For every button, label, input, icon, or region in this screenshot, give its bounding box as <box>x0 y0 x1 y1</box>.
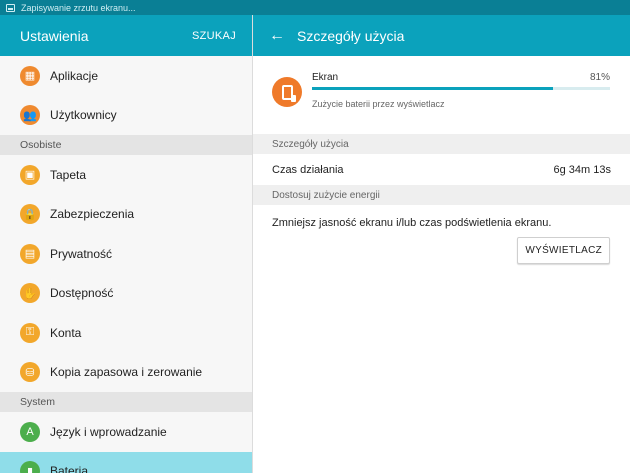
settings-item-users[interactable]: 👥 Użytkownicy <box>0 96 252 136</box>
lock-icon: 🔒 <box>20 204 40 225</box>
language-icon: A <box>20 421 40 442</box>
settings-item-label: Konta <box>50 325 82 340</box>
usage-detail-panel: ← Szczegóły użycia Ekran 81% Zużycie bat… <box>252 15 630 473</box>
adjust-description: Zmniejsz jasność ekranu i/lub czas podśw… <box>272 217 552 229</box>
detail-app-bar: ← Szczegóły użycia <box>253 15 630 56</box>
section-header-adjust-energy: Dostosuj zużycie energii <box>253 185 630 205</box>
usage-progress-bar <box>312 87 610 90</box>
button-wrapper: WYŚWIETLACZ <box>253 229 630 264</box>
settings-app-bar: Ustawienia SZUKAJ <box>0 15 252 56</box>
settings-item-language[interactable]: A Język i wprowadzanie <box>0 412 252 452</box>
usage-subtitle: Zużycie baterii przez wyświetlacz <box>312 99 445 109</box>
settings-item-backup[interactable]: ⛁ Kopia zapasowa i zerowanie <box>0 353 252 393</box>
settings-item-label: Aplikacje <box>50 68 99 83</box>
settings-item-security[interactable]: 🔒 Zabezpieczenia <box>0 195 252 235</box>
settings-item-label: Bateria <box>50 464 89 473</box>
settings-item-apps[interactable]: ▦ Aplikacje <box>0 56 252 96</box>
settings-item-label: Zabezpieczenia <box>50 207 135 222</box>
settings-item-label: Kopia zapasowa i zerowanie <box>50 365 203 380</box>
runtime-label: Czas działania <box>272 163 344 176</box>
detail-title: Szczegóły użycia <box>297 27 405 44</box>
apps-icon: ▦ <box>20 65 40 86</box>
battery-icon: ▮ <box>20 461 40 473</box>
section-header-usage-details: Szczegóły użycia <box>253 134 630 154</box>
display-settings-button[interactable]: WYŚWIETLACZ <box>517 237 610 264</box>
usage-progress-fill <box>312 87 554 90</box>
privacy-icon: ▤ <box>20 243 40 264</box>
wallpaper-icon: ▣ <box>20 164 40 185</box>
settings-item-label: Dostępność <box>50 286 114 301</box>
settings-item-label: Użytkownicy <box>50 108 117 123</box>
search-button[interactable]: SZUKAJ <box>192 30 236 42</box>
key-icon: ⚿ <box>20 322 40 343</box>
settings-item-wallpaper[interactable]: ▣ Tapeta <box>0 155 252 195</box>
settings-panel: Ustawienia SZUKAJ ▦ Aplikacje 👥 Użytkown… <box>0 15 252 473</box>
accessibility-hand-icon: ✋ <box>20 283 40 304</box>
section-header-personal: Osobiste <box>0 135 252 155</box>
back-arrow-icon[interactable]: ← <box>269 27 297 45</box>
status-bar: Zapisywanie zrzutu ekranu... <box>0 0 630 15</box>
settings-item-label: Język i wprowadzanie <box>50 424 167 439</box>
settings-item-accessibility[interactable]: ✋ Dostępność <box>0 274 252 314</box>
status-notification-text: Zapisywanie zrzutu ekranu... <box>21 2 136 13</box>
usage-label: Ekran <box>312 72 339 83</box>
settings-item-label: Tapeta <box>50 167 87 182</box>
screen-device-icon <box>272 77 302 107</box>
section-header-system: System <box>0 392 252 412</box>
runtime-value: 6g 34m 13s <box>553 163 611 176</box>
settings-item-battery[interactable]: ▮ Bateria <box>0 451 252 473</box>
settings-item-privacy[interactable]: ▤ Prywatność <box>0 234 252 274</box>
users-icon: 👥 <box>20 105 40 126</box>
settings-item-accounts[interactable]: ⚿ Konta <box>0 313 252 353</box>
settings-item-label: Prywatność <box>50 246 113 261</box>
screen-usage-entry: Ekran 81% Zużycie baterii przez wyświetl… <box>253 56 630 134</box>
settings-title: Ustawienia <box>20 27 89 44</box>
backup-icon: ⛁ <box>20 362 40 383</box>
screenshot-icon <box>6 3 15 12</box>
usage-percent: 81% <box>589 72 610 83</box>
runtime-row: Czas działania 6g 34m 13s <box>253 154 630 185</box>
